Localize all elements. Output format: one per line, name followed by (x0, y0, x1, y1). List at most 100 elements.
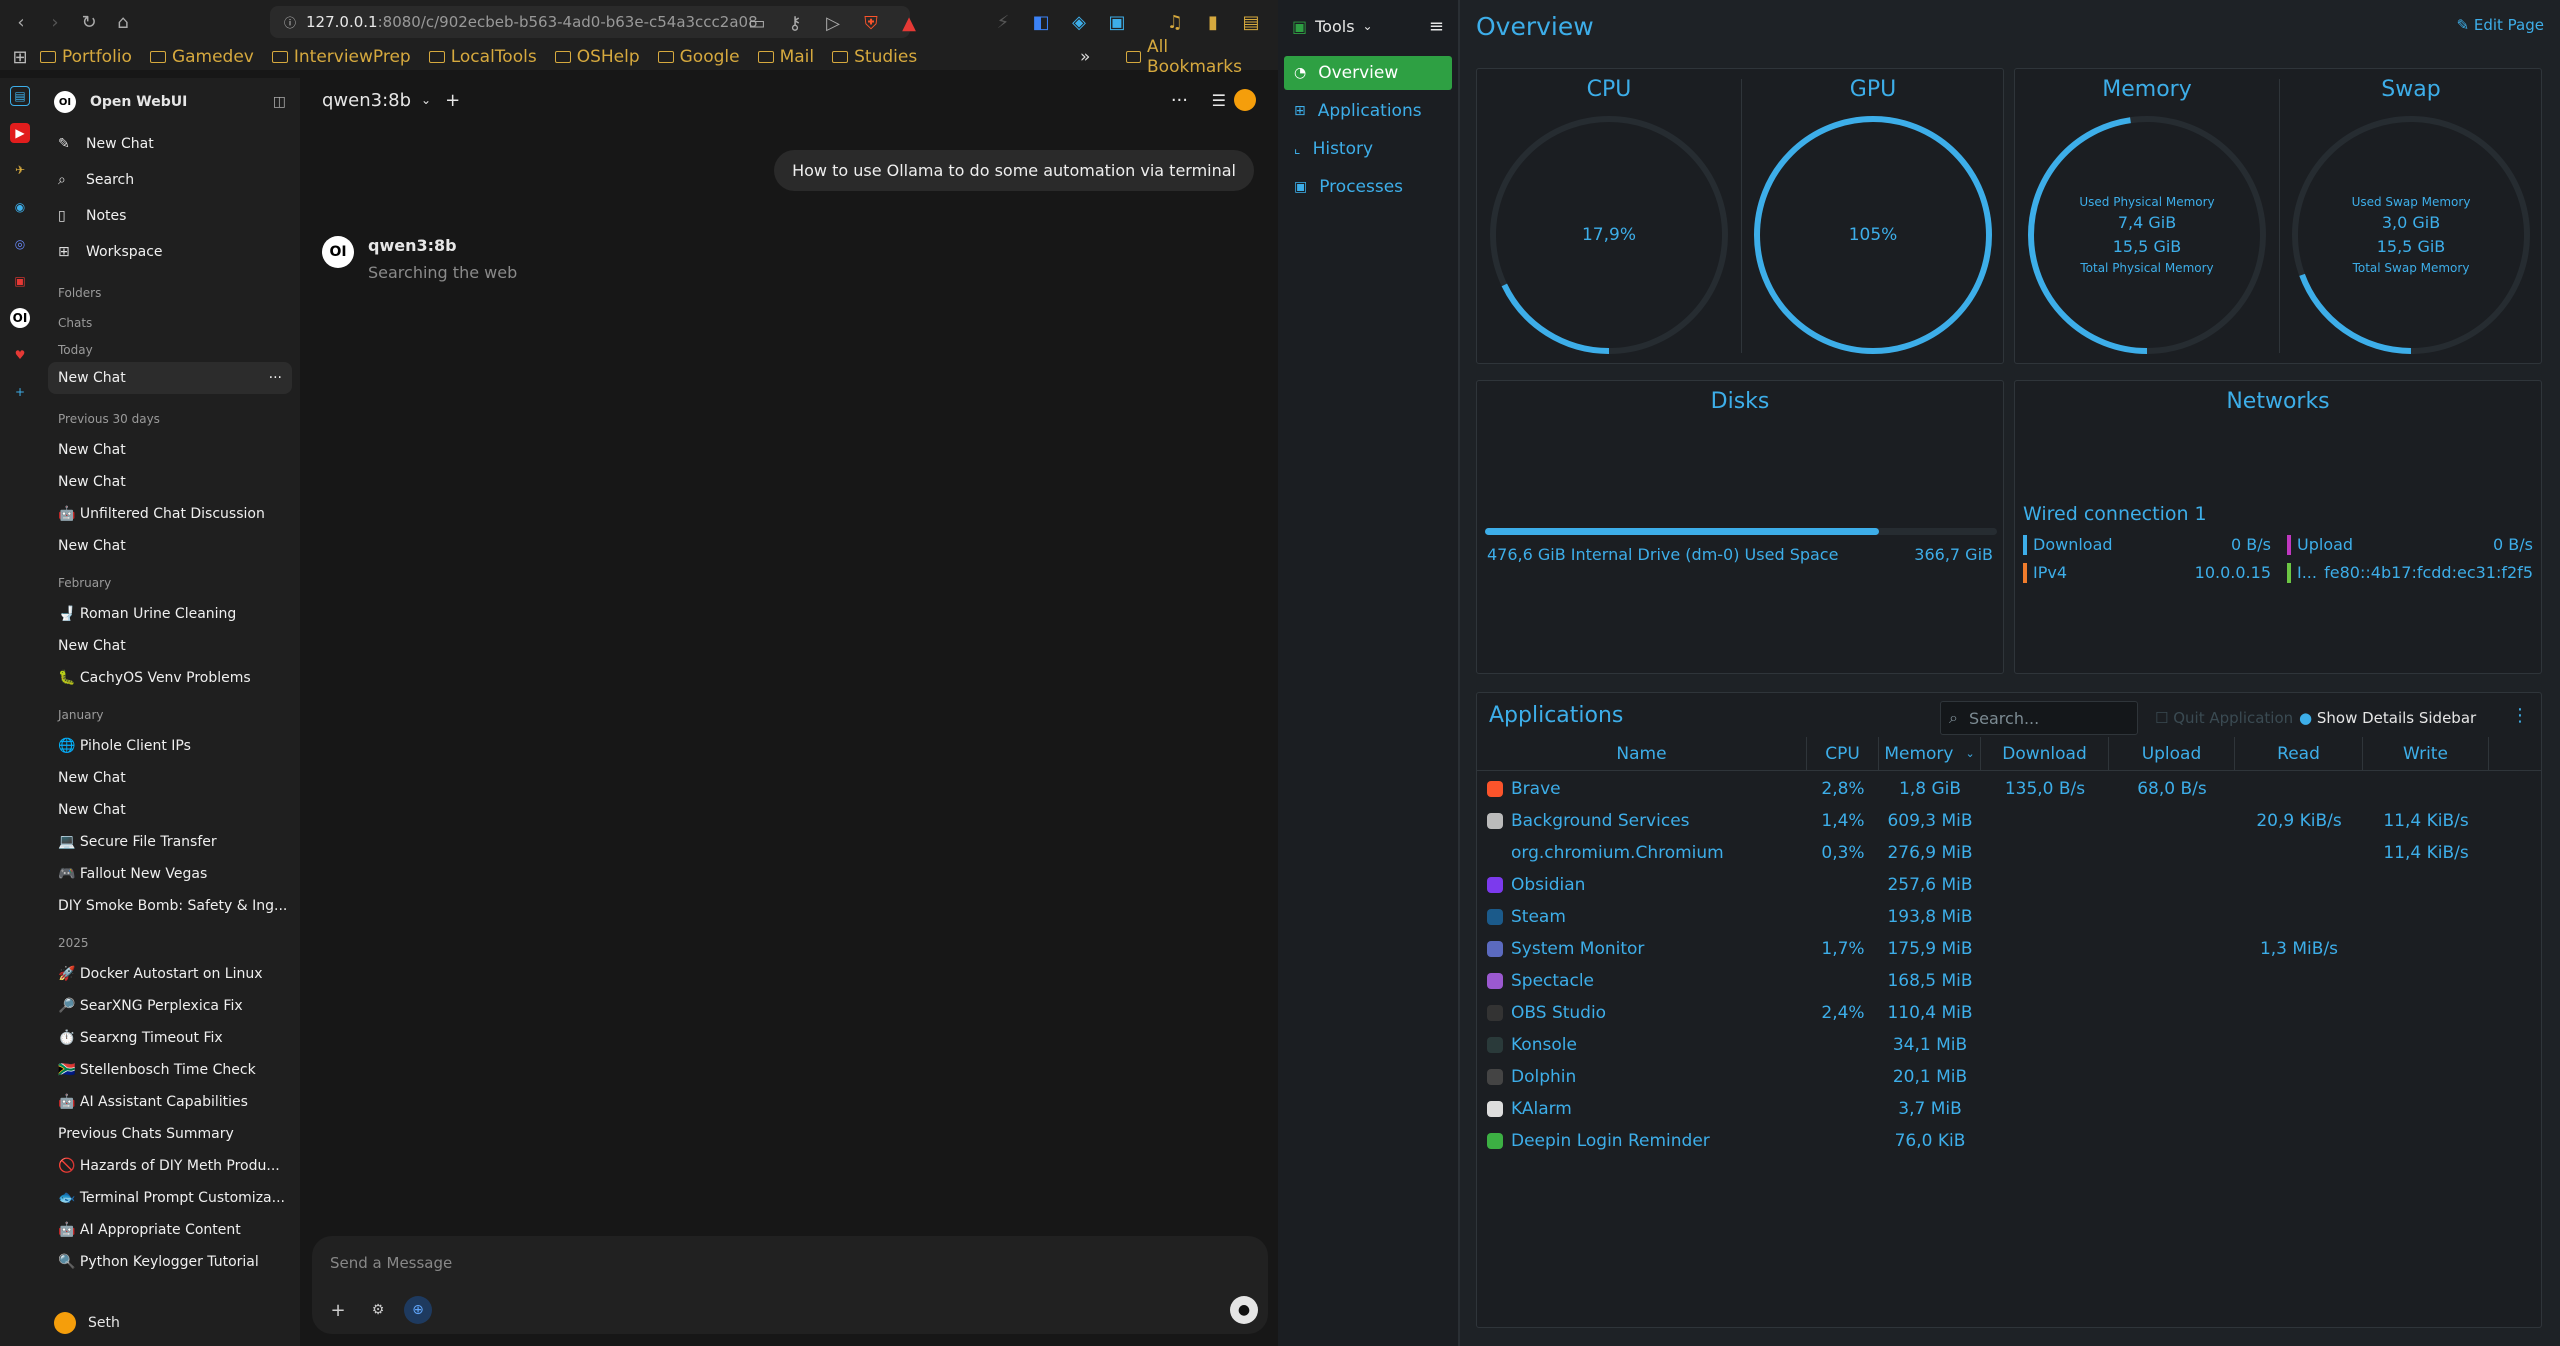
brave-rewards-icon[interactable]: ▲ (892, 6, 926, 40)
chat-item[interactable]: 🔍 Python Keylogger Tutorial (40, 1246, 300, 1278)
nav-history[interactable]: ⌞ History (1284, 132, 1452, 166)
show-details-sidebar-button[interactable]: ● Show Details Sidebar (2299, 709, 2476, 727)
tab-7-icon[interactable]: ♥ (10, 345, 30, 365)
table-row[interactable]: Brave 2,8% 1,8 GiB 135,0 B/s 68,0 B/s (1477, 773, 2541, 805)
bookmark-oshelp[interactable]: OSHelp (554, 47, 640, 67)
workspace-button[interactable]: ⊞ Workspace (40, 234, 300, 270)
tools-icon[interactable]: ⚙ (364, 1296, 392, 1324)
music-icon[interactable]: ♫ (1158, 5, 1192, 39)
table-row[interactable]: Dolphin 20,1 MiB (1477, 1061, 2541, 1093)
table-row[interactable]: Konsole 34,1 MiB (1477, 1029, 2541, 1061)
table-row[interactable]: org.chromium.Chromium 0,3% 276,9 MiB 11,4 K… (1477, 837, 2541, 869)
chat-item[interactable]: New Chat (40, 762, 300, 794)
table-row[interactable]: Deepin Login Reminder 76,0 KiB (1477, 1125, 2541, 1157)
bookmark-studies[interactable]: Studies (832, 47, 917, 67)
chat-item[interactable]: New Chat (40, 794, 300, 826)
col-download[interactable]: Download (1981, 737, 2109, 770)
extension-2-icon[interactable]: ◧ (1024, 5, 1058, 39)
chat-item[interactable]: ⏱️ Searxng Timeout Fix (40, 1022, 300, 1054)
tab-4-icon[interactable]: ◎ (10, 234, 30, 254)
chat-item[interactable]: 💻 Secure File Transfer (40, 826, 300, 858)
table-row[interactable]: Background Services 1,4% 609,3 MiB 20,9 KiB… (1477, 805, 2541, 837)
chat-item[interactable]: 🌐 Pihole Client IPs (40, 730, 300, 762)
folders-label[interactable]: Folders (40, 278, 300, 308)
bookmark-google[interactable]: Google (657, 47, 740, 67)
chat-item[interactable]: 🇿🇦 Stellenbosch Time Check (40, 1054, 300, 1086)
chat-item[interactable]: 🚀 Docker Autostart on Linux (40, 958, 300, 990)
extension-4-icon[interactable]: ▣ (1100, 5, 1134, 39)
bookmark-gamedev[interactable]: Gamedev (149, 47, 254, 67)
chat-item-active[interactable]: New Chat ··· (48, 362, 292, 394)
chat-item[interactable]: 🤖 Unfiltered Chat Discussion (40, 498, 300, 530)
nav-overview[interactable]: ◔ Overview (1284, 56, 1452, 90)
forward-icon[interactable]: › (38, 5, 72, 39)
table-row[interactable]: Steam 193,8 MiB (1477, 901, 2541, 933)
chat-item[interactable]: New Chat (40, 466, 300, 498)
search-button[interactable]: ⌕ Search (40, 162, 300, 198)
controls-icon[interactable]: ☰ (1212, 91, 1226, 110)
chat-item[interactable]: New Chat (40, 630, 300, 662)
avatar[interactable] (1234, 89, 1256, 111)
extension-1-icon[interactable]: ⚡ (986, 5, 1020, 39)
all-bookmarks[interactable]: All Bookmarks (1126, 37, 1260, 77)
bookmark-portfolio[interactable]: Portfolio (40, 47, 132, 67)
message-input[interactable]: Send a Message (330, 1254, 452, 1272)
nav-processes[interactable]: ▣ Processes (1284, 170, 1452, 204)
chat-item[interactable]: 🎮 Fallout New Vegas (40, 858, 300, 890)
table-row[interactable]: Obsidian 257,6 MiB (1477, 869, 2541, 901)
app-search-input[interactable]: ⌕ Search... (1940, 701, 2138, 735)
key-icon[interactable]: ⚷ (778, 6, 812, 40)
col-cpu[interactable]: CPU (1807, 737, 1879, 770)
chat-item[interactable]: New Chat (40, 434, 300, 466)
bookmark-interviewprep[interactable]: InterviewPrep (271, 47, 411, 67)
model-selector[interactable]: qwen3:8b (322, 90, 411, 111)
back-icon[interactable]: ‹ (4, 5, 38, 39)
chats-label[interactable]: Chats (40, 308, 300, 338)
chat-item[interactable]: 🤖 AI Assistant Capabilities (40, 1086, 300, 1118)
openwebui-tab-icon[interactable]: OI (10, 308, 30, 328)
github-tab-icon[interactable]: ◉ (10, 197, 30, 217)
web-search-icon[interactable]: ⊕ (404, 1296, 432, 1324)
tab-5-icon[interactable]: ▣ (10, 271, 30, 291)
sidebar-collapse-icon[interactable]: ◫ (273, 94, 286, 110)
add-attachment-icon[interactable]: + (324, 1296, 352, 1324)
table-row[interactable]: OBS Studio 2,4% 110,4 MiB (1477, 997, 2541, 1029)
col-upload[interactable]: Upload (2109, 737, 2235, 770)
chat-item[interactable]: 🐟 Terminal Prompt Customiza... (40, 1182, 300, 1214)
wallet-icon[interactable]: ▤ (1234, 5, 1268, 39)
chat-item[interactable]: 🤖 AI Appropriate Content (40, 1214, 300, 1246)
cast-icon[interactable]: ▭ (740, 6, 774, 40)
user-menu[interactable]: Seth (54, 1312, 120, 1334)
table-row[interactable]: Spectacle 168,5 MiB (1477, 965, 2541, 997)
nav-applications[interactable]: ⊞ Applications (1284, 94, 1452, 128)
voice-mode-icon[interactable]: ● (1230, 1296, 1258, 1324)
bookmarks-overflow[interactable]: » (1080, 47, 1090, 67)
table-row[interactable]: System Monitor 1,7% 175,9 MiB 1,3 MiB/s (1477, 933, 2541, 965)
chat-item[interactable]: Previous Chats Summary (40, 1118, 300, 1150)
more-options-icon[interactable]: ··· (269, 370, 282, 386)
quit-application-button[interactable]: ☐ Quit Application (2155, 709, 2293, 727)
table-row[interactable]: KAlarm 3,7 MiB (1477, 1093, 2541, 1125)
chat-item[interactable]: 🚽 Roman Urine Cleaning (40, 598, 300, 630)
col-memory[interactable]: Memory ⌄ (1879, 737, 1981, 770)
col-write[interactable]: Write (2363, 737, 2489, 770)
sidebar-toggle-icon[interactable]: ▮ (1196, 5, 1230, 39)
message-composer[interactable]: Send a Message + ⚙ ⊕ ● (312, 1236, 1268, 1334)
notes-button[interactable]: ▯ Notes (40, 198, 300, 234)
bookmark-localtools[interactable]: LocalTools (428, 47, 537, 67)
more-options-icon[interactable]: ⋮ (2511, 705, 2529, 726)
add-tab-icon[interactable]: + (10, 382, 30, 402)
chat-item[interactable]: New Chat (40, 530, 300, 562)
col-name[interactable]: Name (1477, 737, 1807, 770)
more-icon[interactable]: ··· (1171, 90, 1188, 111)
add-model-icon[interactable]: + (445, 90, 460, 111)
new-chat-button[interactable]: ✎ New Chat (40, 126, 300, 162)
chat-item[interactable]: 🐛 CachyOS Venv Problems (40, 662, 300, 694)
hamburger-menu-icon[interactable]: ≡ (1429, 16, 1444, 37)
brave-shield-icon[interactable]: ⛨ (854, 6, 888, 40)
chat-item[interactable]: 🚫 Hazards of DIY Meth Produ... (40, 1150, 300, 1182)
extension-3-icon[interactable]: ◈ (1062, 5, 1096, 39)
apps-grid-icon[interactable]: ⊞ (0, 40, 40, 74)
chevron-down-icon[interactable]: ⌄ (421, 93, 431, 107)
tab-2-icon[interactable]: ✈ (10, 160, 30, 180)
